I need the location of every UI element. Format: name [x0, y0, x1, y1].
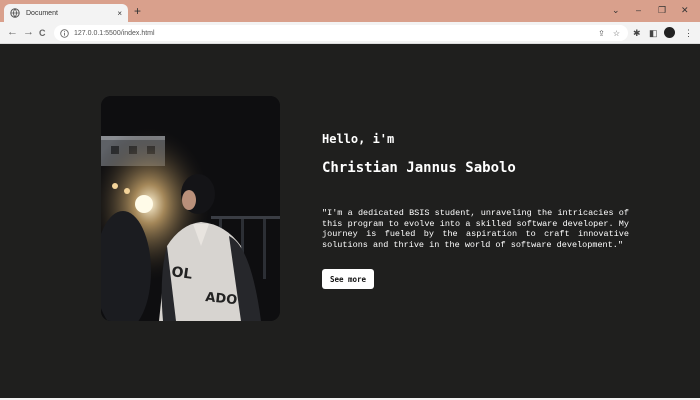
svg-text:OL: OL — [170, 264, 193, 283]
name-heading: Christian Jannus Sabolo — [322, 160, 516, 176]
forward-icon[interactable]: → — [23, 26, 34, 38]
profile-photo: OL ADO — [101, 96, 280, 321]
url-text: 127.0.0.1:5500/index.html — [74, 29, 155, 37]
page-body: OL ADO Hello, i'm Christian Jannus Sabol… — [0, 44, 700, 398]
star-icon[interactable]: ☆ — [613, 29, 620, 38]
globe-icon — [10, 8, 20, 18]
close-window-button[interactable]: ✕ — [681, 4, 689, 16]
share-icon[interactable]: ⇪ — [598, 29, 605, 38]
greeting-text: Hello, i'm — [322, 132, 395, 146]
close-tab-icon[interactable]: × — [117, 9, 122, 18]
address-bar[interactable]: 127.0.0.1:5500/index.html ⇪ ☆ — [54, 25, 628, 41]
site-info-icon[interactable] — [60, 28, 69, 38]
see-more-button[interactable]: See more — [322, 269, 374, 289]
new-tab-button[interactable]: + — [134, 5, 141, 17]
profile-avatar[interactable] — [664, 27, 675, 38]
extensions-icon[interactable]: ✱ — [633, 28, 641, 38]
browser-tab-bar: Document × + ⌄ – ❐ ✕ — [0, 0, 700, 22]
back-icon[interactable]: ← — [7, 26, 18, 38]
restore-button[interactable]: ❐ — [658, 4, 666, 16]
browser-toolbar: ← → C 127.0.0.1:5500/index.html ⇪ ☆ ✱ ◧ … — [0, 22, 700, 44]
sidebar-icon[interactable]: ◧ — [649, 28, 658, 38]
bio-paragraph: "I'm a dedicated BSIS student, unravelin… — [322, 208, 629, 250]
tab-search-icon[interactable]: ⌄ — [612, 4, 620, 16]
reload-icon[interactable]: C — [39, 27, 46, 39]
browser-tab[interactable]: Document × — [4, 4, 128, 22]
tab-title: Document — [26, 9, 58, 17]
minimize-button[interactable]: – — [636, 4, 641, 16]
menu-icon[interactable]: ⋮ — [684, 28, 693, 38]
